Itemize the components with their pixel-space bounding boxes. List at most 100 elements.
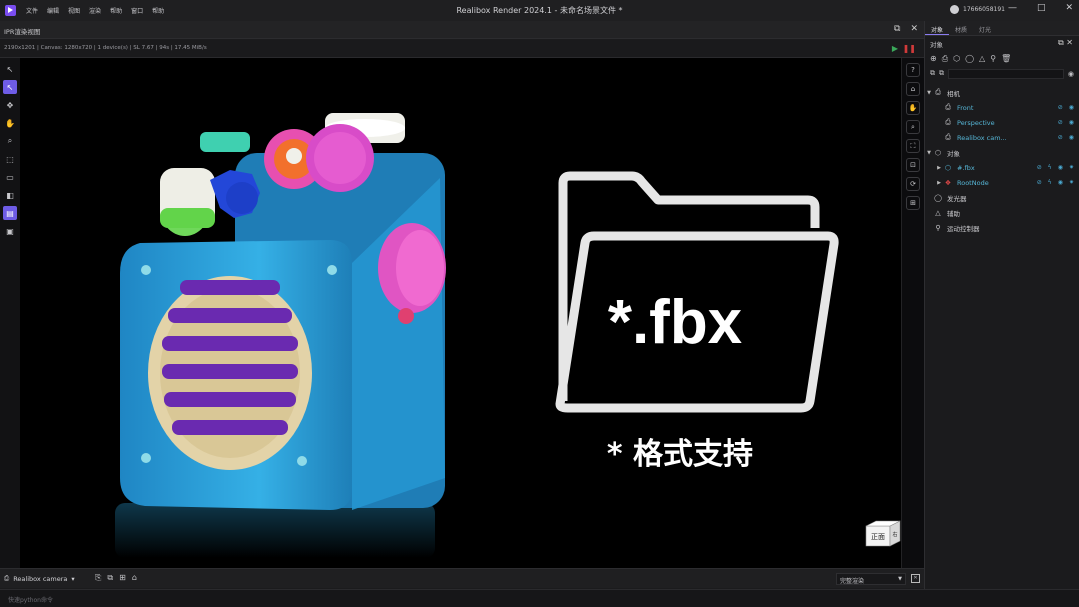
select-tool-icon[interactable]: ↖	[3, 62, 17, 76]
tree-label: Realibox cam...	[957, 133, 1007, 142]
expand-arrow-icon[interactable]: ▶	[935, 165, 943, 171]
eye-icon[interactable]: ◉	[1058, 164, 1063, 171]
hide-icon[interactable]: ⊘	[1037, 179, 1042, 186]
lightning-icon[interactable]: ϟ	[1048, 164, 1052, 171]
expand-arrow-icon[interactable]: ▼	[925, 150, 933, 156]
hand-tool-icon[interactable]: ✋	[3, 116, 17, 130]
fit-view-icon[interactable]: ⛶	[906, 139, 920, 153]
close-panel-icon[interactable]: ✕	[910, 24, 918, 34]
sun-icon[interactable]: ✷	[1069, 164, 1074, 171]
sun-icon[interactable]: ✷	[1069, 179, 1074, 186]
camera-icon: ⎙	[945, 103, 951, 111]
camera-icon: ⎙	[4, 574, 10, 582]
minimize-button[interactable]: —	[1008, 3, 1017, 13]
tree-label: RootNode	[957, 178, 989, 187]
zoom-tool-icon[interactable]: ⌕	[3, 134, 17, 148]
lock-camera-icon[interactable]: ⊞	[119, 573, 126, 583]
tree-item-camera-front[interactable]: ⎙ Front ⊘ ◉	[925, 100, 1079, 115]
add-helper-icon[interactable]: △	[979, 54, 985, 63]
tree-item-camera-perspective[interactable]: ⎙ Perspective ⊘ ◉	[925, 115, 1079, 130]
viewcube-front-label: 正面	[871, 533, 885, 541]
tree-group-emitter[interactable]: ◯ 发光器	[925, 190, 1079, 205]
expand-arrow-icon[interactable]: ▶	[935, 180, 943, 186]
tab-lights[interactable]: 灯光	[973, 21, 997, 35]
tree-group-cameras[interactable]: ▼ ⎙ 相机	[925, 85, 1079, 100]
snapshot-icon[interactable]: ⎘	[95, 573, 101, 583]
grid-icon[interactable]: ⊞	[906, 196, 920, 210]
render-image: *.fbx * 格式支持	[115, 113, 839, 558]
view-cube[interactable]: 正面 右	[862, 518, 901, 548]
viewport-nav-toolbar: ? ⌂ ✋ ⌕ ⛶ ⊡ ⟳ ⊞	[901, 58, 924, 568]
delete-icon[interactable]: 🗑	[1001, 54, 1011, 63]
tree-group-objects[interactable]: ▼ ⬡ 对象	[925, 145, 1079, 160]
hide-icon[interactable]: ⊘	[1058, 104, 1063, 111]
expand-icon[interactable]: ✕	[911, 574, 920, 583]
cube-icon: ⬡	[934, 148, 942, 157]
command-line[interactable]: 快速python命令	[0, 589, 1079, 607]
zoom-icon[interactable]: ⌕	[906, 120, 920, 134]
eye-icon[interactable]: ◉	[1069, 119, 1074, 126]
tab-objects[interactable]: 对象	[925, 21, 950, 35]
expand-arrow-icon[interactable]: ▼	[925, 90, 933, 96]
play-icon[interactable]: ▶	[892, 44, 898, 53]
camera-selector[interactable]: ⎙ Realibox camera ▾	[4, 574, 75, 583]
home-view-icon[interactable]: ⌂	[906, 82, 920, 96]
pan-icon[interactable]: ✋	[906, 101, 920, 115]
hide-icon[interactable]: ⊘	[1058, 134, 1063, 141]
add-motion-icon[interactable]: ⚲	[990, 54, 996, 63]
material-tool-icon[interactable]: ▤	[3, 206, 17, 220]
fit-selection-icon[interactable]: ⊡	[906, 158, 920, 172]
visibility-icon[interactable]: ◉	[1068, 70, 1074, 78]
render-mode-select[interactable]: 完整渲染 ▼	[836, 573, 906, 585]
orbit-icon[interactable]: ⟳	[906, 177, 920, 191]
panel-close-icon[interactable]: ⧉ ✕	[1058, 38, 1073, 48]
hide-icon[interactable]: ⊘	[1037, 164, 1042, 171]
tab-materials[interactable]: 材质	[949, 21, 973, 35]
add-light-icon[interactable]: ◯	[965, 54, 974, 63]
search-input[interactable]	[948, 68, 1064, 79]
pointer-tool-icon[interactable]: ↖	[3, 80, 17, 94]
collapse-all-icon[interactable]: ⧉	[939, 69, 944, 78]
tree-item-camera-realibox[interactable]: ⎙ Realibox cam... ⊘ ◉	[925, 130, 1079, 145]
image-tool-icon[interactable]: ▣	[3, 224, 17, 238]
menu-view[interactable]: 视图	[68, 6, 80, 15]
compare-tool-icon[interactable]: ◧	[3, 188, 17, 202]
lightning-icon[interactable]: ϟ	[1048, 179, 1052, 186]
eye-icon[interactable]: ◉	[1058, 179, 1063, 186]
home-camera-icon[interactable]: ⌂	[132, 573, 137, 583]
user-account[interactable]: 17666058191	[950, 5, 1005, 14]
menu-edit[interactable]: 编辑	[47, 6, 59, 15]
expand-all-icon[interactable]: ⧉	[930, 69, 935, 78]
chevron-down-icon: ▾	[71, 574, 75, 583]
move-tool-icon[interactable]: ✥	[3, 98, 17, 112]
eye-icon[interactable]: ◉	[1069, 134, 1074, 141]
float-panel-icon[interactable]: ⧉	[894, 24, 900, 34]
add-object-icon[interactable]: ⬡	[953, 54, 960, 63]
tree-label: 运动控制器	[947, 224, 980, 233]
plane-tool-icon[interactable]: ▭	[3, 170, 17, 184]
tree-item-fbx[interactable]: ▶ ⬡ #.fbx ⊘ ϟ ◉ ✷	[925, 160, 1079, 175]
render-viewport[interactable]: *.fbx * 格式支持 正面 右	[20, 58, 901, 568]
left-toolbar: ↖ ↖ ✥ ✋ ⌕ ⬚ ▭ ◧ ▤ ▣	[0, 58, 20, 568]
copy-camera-icon[interactable]: ⧉	[107, 573, 113, 583]
close-button[interactable]: ✕	[1065, 3, 1073, 13]
tree-item-rootnode[interactable]: ▶ ❖ RootNode ⊘ ϟ ◉ ✷	[925, 175, 1079, 190]
menu-render[interactable]: 渲染	[89, 6, 101, 15]
tree-group-motion[interactable]: ⚲ 运动控制器	[925, 220, 1079, 235]
menu-help[interactable]: 帮助	[110, 6, 122, 15]
eye-icon[interactable]: ◉	[1069, 104, 1074, 111]
menu-window[interactable]: 窗口	[131, 6, 143, 15]
camera-icon: ⎙	[945, 133, 951, 141]
frame-tool-icon[interactable]: ⬚	[3, 152, 17, 166]
add-camera-icon[interactable]: ⎙	[942, 54, 948, 64]
hide-icon[interactable]: ⊘	[1058, 119, 1063, 126]
menu-file[interactable]: 文件	[26, 6, 38, 15]
tree-group-helper[interactable]: △ 辅助	[925, 205, 1079, 220]
help-icon[interactable]: ?	[906, 63, 920, 77]
camera-name: Realibox camera	[13, 574, 68, 583]
pause-icon[interactable]: ❚❚	[903, 44, 916, 53]
add-group-icon[interactable]: ⊕	[930, 54, 937, 63]
menu-help-2[interactable]: 帮助	[152, 6, 164, 15]
maximize-button[interactable]: □	[1037, 3, 1046, 13]
camera-icon: ⎙	[935, 88, 941, 96]
